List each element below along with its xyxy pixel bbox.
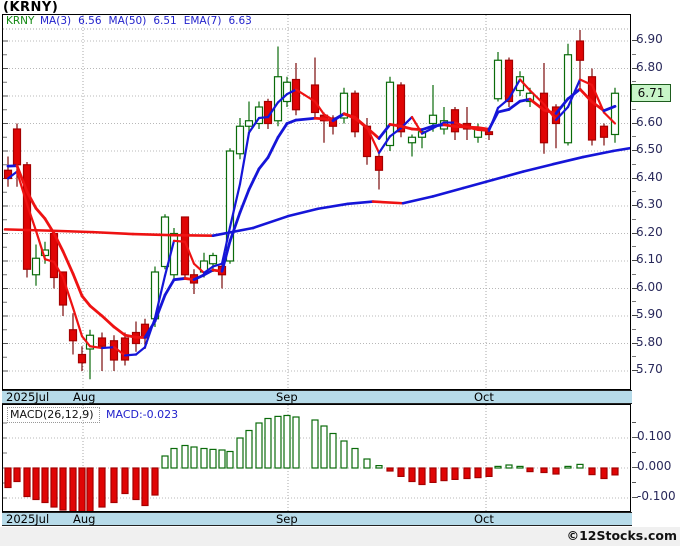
macd-value-label: MACD:-0.023 bbox=[106, 408, 179, 421]
month-axis-top: 2025Jul Aug Sep Oct bbox=[2, 390, 632, 404]
month-label: Aug bbox=[73, 390, 96, 404]
ma-legend-label: MA(3) bbox=[40, 15, 72, 27]
price-axis-tick bbox=[632, 122, 638, 124]
macd-axis-label: 0.000 bbox=[637, 459, 672, 473]
price-axis-minor-tick bbox=[632, 246, 636, 248]
price-axis-tick bbox=[632, 205, 638, 206]
price-axis-label: 6.30 bbox=[636, 197, 663, 211]
price-axis-label: 6.60 bbox=[636, 114, 663, 129]
ma-legend-label: EMA(7) bbox=[183, 15, 222, 27]
price-axis-tick bbox=[632, 40, 638, 41]
price-axis-minor-tick bbox=[632, 191, 636, 193]
ma-legend-label: MA(50) bbox=[108, 15, 147, 27]
month-label: 2025Jul bbox=[6, 512, 50, 526]
month-label: Oct bbox=[474, 512, 494, 526]
month-label: Oct bbox=[474, 390, 494, 404]
price-axis-minor-tick bbox=[632, 108, 636, 110]
price-axis-tick bbox=[632, 315, 638, 316]
macd-axis-tick bbox=[632, 482, 636, 483]
price-axis-tick bbox=[632, 67, 638, 69]
symbol-label: KRNY bbox=[6, 15, 35, 27]
price-axis-label: 5.80 bbox=[636, 334, 663, 349]
chart-page: (KRNY) KRNY MA(3) 6.56 MA(50) 6.51 EMA(7) 6.6… bbox=[0, 0, 680, 546]
macd-label: MACD(26,12,9) bbox=[7, 407, 100, 423]
price-chart-panel bbox=[2, 14, 631, 390]
price-axis-minor-tick bbox=[632, 163, 636, 165]
price-axis-tick bbox=[632, 342, 638, 344]
macd-axis-tick bbox=[632, 497, 638, 498]
price-axis-minor-tick bbox=[632, 218, 636, 220]
month-label: 2025Jul bbox=[6, 390, 50, 404]
macd-axis-tick bbox=[632, 437, 638, 438]
price-axis-label: 6.20 bbox=[636, 224, 663, 239]
price-axis-tick bbox=[632, 177, 638, 179]
month-label: Aug bbox=[73, 512, 96, 526]
price-axis-minor-tick bbox=[632, 273, 636, 275]
macd-axis-label: 0.100 bbox=[637, 429, 672, 443]
macd-axis-tick bbox=[632, 467, 638, 468]
price-axis-label: 6.40 bbox=[636, 169, 663, 184]
price-axis-label: 5.70 bbox=[636, 362, 663, 376]
ma-legend-value: 6.56 bbox=[78, 15, 102, 27]
price-axis-label: 6.90 bbox=[636, 32, 663, 46]
macd-axis-tick bbox=[632, 452, 636, 453]
watermark-logo: ©12Stocks.com bbox=[566, 528, 677, 543]
price-axis-label: 5.90 bbox=[636, 307, 663, 321]
price-axis-label: 6.10 bbox=[636, 252, 663, 266]
price-axis-tick bbox=[632, 287, 638, 289]
price-axis-minor-tick bbox=[632, 53, 636, 55]
month-label: Sep bbox=[276, 390, 298, 404]
ma-legend-items: MA(3) 6.56 MA(50) 6.51 EMA(7) 6.63 bbox=[40, 15, 259, 28]
ma-legend-value: 6.63 bbox=[228, 15, 252, 27]
price-axis-label: 6.00 bbox=[636, 279, 663, 294]
price-axis-minor-tick bbox=[632, 301, 636, 303]
chart-title: (KRNY) bbox=[3, 0, 59, 15]
price-axis-tick bbox=[632, 232, 638, 234]
current-price-badge: 6.71 bbox=[631, 84, 671, 102]
price-axis-label: 6.80 bbox=[636, 59, 663, 74]
month-axis-bottom: 2025Jul Aug Sep Oct bbox=[2, 512, 632, 526]
price-axis-minor-tick bbox=[632, 136, 636, 138]
price-axis-tick bbox=[632, 370, 638, 371]
price-axis-minor-tick bbox=[632, 356, 636, 358]
ma-legend-value: 6.51 bbox=[153, 15, 177, 27]
price-axis-label: 6.50 bbox=[636, 142, 663, 156]
macd-axis-tick bbox=[632, 422, 636, 423]
price-axis-minor-tick bbox=[632, 81, 636, 83]
candlestick-chart bbox=[3, 15, 630, 389]
indicator-legend: KRNY MA(3) 6.56 MA(50) 6.51 EMA(7) 6.63 bbox=[2, 15, 631, 28]
price-axis-tick bbox=[632, 260, 638, 261]
price-axis-minor-tick bbox=[632, 328, 636, 330]
price-axis-tick bbox=[632, 150, 638, 151]
month-label: Sep bbox=[276, 512, 298, 526]
macd-axis-label: -0.100 bbox=[637, 489, 676, 503]
